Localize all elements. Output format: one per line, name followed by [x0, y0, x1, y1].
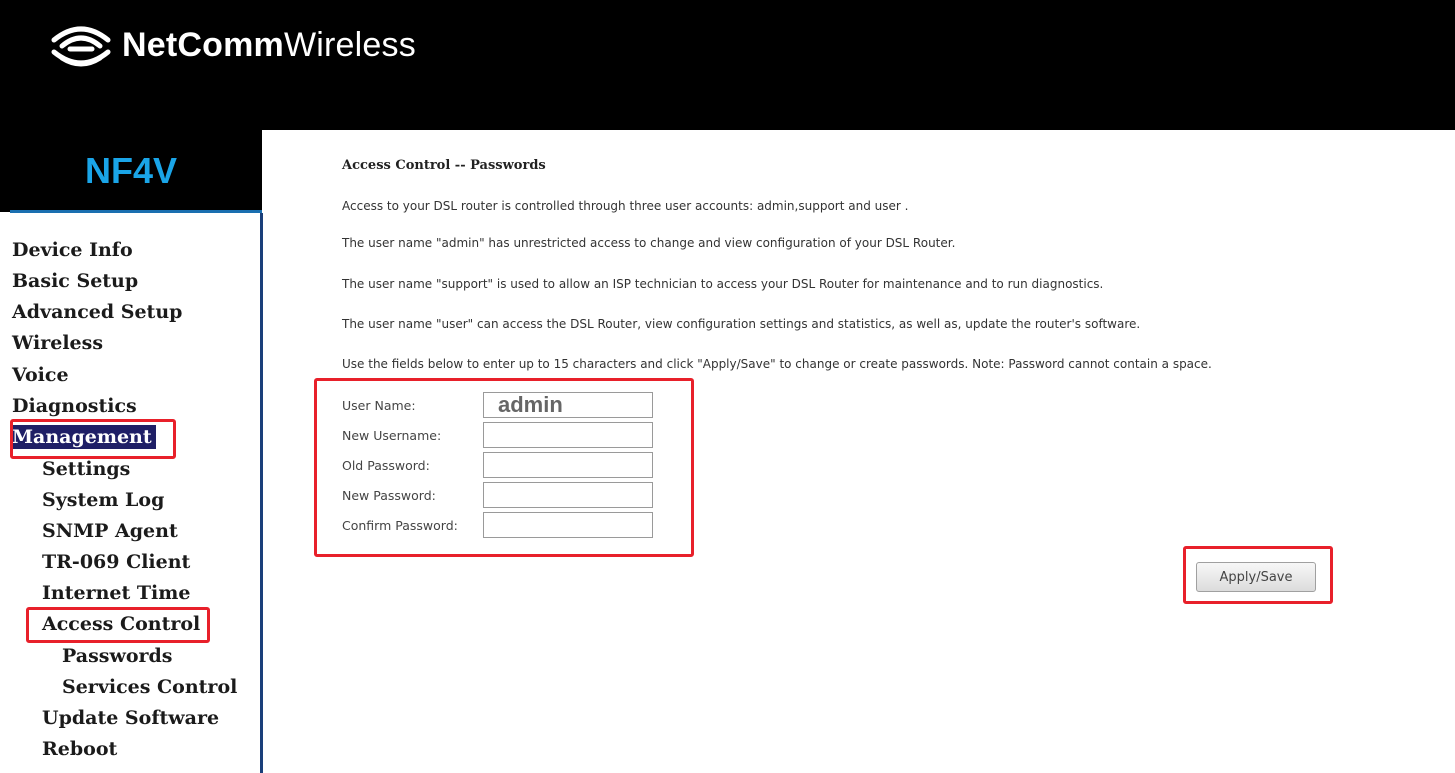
sidebar-item-settings[interactable]: Settings	[42, 457, 130, 481]
wifi-logo-icon	[51, 26, 111, 67]
model-name: NF4V	[84, 150, 178, 191]
sidebar-item-reboot[interactable]: Reboot	[42, 737, 117, 761]
sidebar-item-advanced-setup[interactable]: Advanced Setup	[12, 300, 182, 324]
old-password-label: Old Password:	[342, 458, 430, 473]
sidebar-item-services-control[interactable]: Services Control	[62, 675, 237, 699]
apply-save-button[interactable]: Apply/Save	[1196, 562, 1316, 592]
page-title: Access Control -- Passwords	[342, 158, 546, 173]
new-password-input[interactable]	[483, 482, 653, 508]
access-control-highlight	[26, 607, 210, 643]
sidebar-item-update-software[interactable]: Update Software	[42, 706, 219, 730]
sidebar-item-snmp-agent[interactable]: SNMP Agent	[42, 519, 178, 543]
management-highlight	[10, 419, 176, 459]
confirm-password-label: Confirm Password:	[342, 518, 458, 533]
sidebar-item-system-log[interactable]: System Log	[42, 488, 164, 512]
sidebar-item-passwords[interactable]: Passwords	[62, 644, 173, 668]
logo: NetCommWireless	[50, 22, 416, 68]
sidebar-item-tr069-client[interactable]: TR-069 Client	[42, 550, 190, 574]
sidebar-item-diagnostics[interactable]: Diagnostics	[12, 394, 137, 418]
brand-name: NetCommWireless	[122, 25, 416, 64]
sidebar-item-basic-setup[interactable]: Basic Setup	[12, 269, 138, 293]
new-username-label: New Username:	[342, 428, 442, 443]
instructions-paragraph: Use the fields below to enter up to 15 c…	[342, 357, 1212, 371]
sidebar-item-device-info[interactable]: Device Info	[12, 238, 133, 262]
old-password-input[interactable]	[483, 452, 653, 478]
user-paragraph: The user name "user" can access the DSL …	[342, 317, 1141, 331]
new-username-input[interactable]	[483, 422, 653, 448]
sidebar-item-voice[interactable]: Voice	[12, 363, 69, 387]
support-paragraph: The user name "support" is used to allow…	[342, 277, 1104, 291]
user-name-select[interactable]: admin	[483, 392, 653, 418]
sidebar-item-wireless[interactable]: Wireless	[12, 331, 103, 355]
confirm-password-input[interactable]	[483, 512, 653, 538]
admin-paragraph: The user name "admin" has unrestricted a…	[342, 236, 956, 250]
sidebar-item-internet-time[interactable]: Internet Time	[42, 581, 190, 605]
intro-paragraph: Access to your DSL router is controlled …	[342, 199, 909, 213]
new-password-label: New Password:	[342, 488, 436, 503]
user-name-label: User Name:	[342, 398, 416, 413]
